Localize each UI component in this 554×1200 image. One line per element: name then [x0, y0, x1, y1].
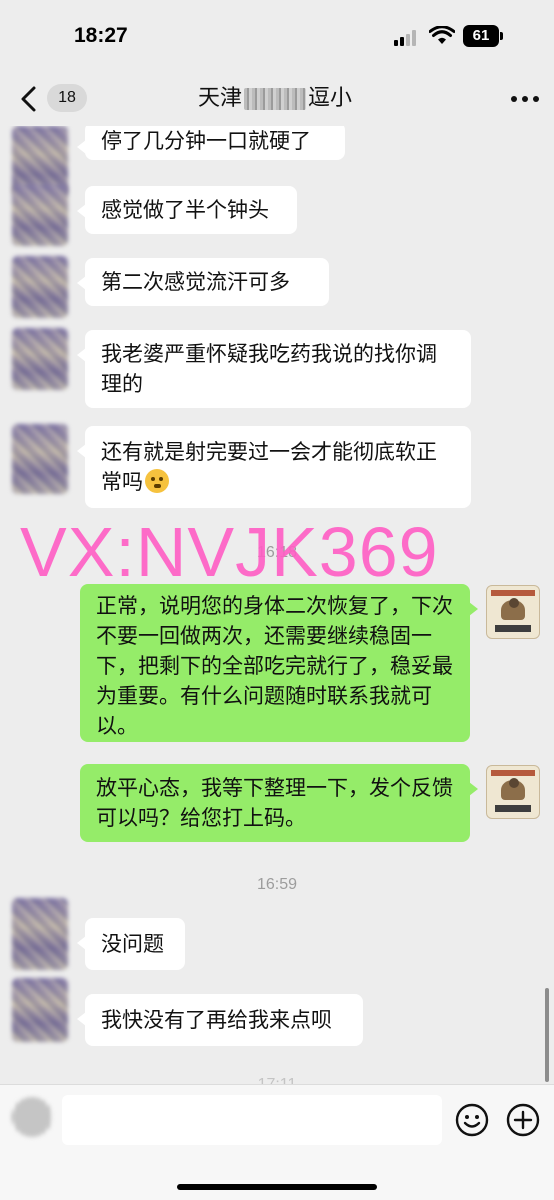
message-list[interactable]: 停了几分钟一口就硬了 感觉做了半个钟头 第二次感觉流汗可多 我老婆严重怀疑我吃药…: [0, 126, 554, 1084]
avatar[interactable]: [12, 256, 68, 318]
status-time: 18:27: [74, 24, 128, 47]
message-bubble[interactable]: 第二次感觉流汗可多: [77, 258, 329, 306]
avatar[interactable]: [12, 424, 68, 494]
timestamp: 17:11: [0, 1076, 554, 1084]
cellular-signal-icon: [394, 30, 420, 46]
chat-title: 天津 逗小: [198, 84, 352, 114]
avatar[interactable]: [12, 184, 68, 246]
battery-icon: 61: [463, 25, 505, 47]
chat-title-start: 天津: [198, 86, 243, 111]
home-indicator: [177, 1184, 377, 1190]
message-text: 第二次感觉流汗可多: [101, 270, 290, 294]
battery-level: 61: [472, 27, 490, 44]
message-text: 没问题: [101, 932, 164, 956]
message-bubble[interactable]: 我老婆严重怀疑我吃药我说的找你调理的: [77, 330, 471, 408]
avatar[interactable]: [486, 585, 540, 639]
message-bubble[interactable]: 正常，说明您的身体二次恢复了，下次不要一回做两次，还需要继续稳固一下，把剩下的全…: [80, 584, 478, 742]
message-text: 我老婆严重怀疑我吃药我说的找你调理的: [101, 342, 437, 396]
unread-count-badge[interactable]: 18: [47, 84, 87, 112]
scrollbar[interactable]: [545, 988, 549, 1082]
message-input[interactable]: [62, 1095, 442, 1145]
message-text: 正常，说明您的身体二次恢复了，下次不要一回做两次，还需要继续稳固一下，把剩下的全…: [96, 594, 453, 738]
avatar[interactable]: [12, 898, 68, 970]
chat-screen: 18:27 61 18 天津 逗小 停了几分钟一口就硬了 感觉做了半个钟头 第二…: [0, 0, 554, 1200]
message-bubble[interactable]: 停了几分钟一口就硬了: [77, 126, 345, 160]
message-text: 放平心态，我等下整理一下，发个反馈可以吗？给您打上码。: [96, 776, 453, 830]
more-dots-icon[interactable]: [511, 96, 541, 104]
chevron-left-icon[interactable]: [14, 82, 44, 116]
message-bubble[interactable]: 感觉做了半个钟头: [77, 186, 297, 234]
timestamp: 16:59: [256, 876, 298, 893]
smile-icon[interactable]: [455, 1103, 489, 1137]
status-bar: 18:27 61: [0, 0, 554, 72]
message-bubble[interactable]: 没问题: [77, 918, 185, 970]
plus-circle-icon[interactable]: [506, 1103, 540, 1137]
chat-title-end: 逗小: [308, 86, 353, 111]
wifi-icon: [429, 26, 455, 44]
avatar[interactable]: [486, 765, 540, 819]
message-text: 停了几分钟一口就硬了: [101, 129, 311, 153]
chat-header: 18 天津 逗小: [0, 72, 554, 126]
message-text: 我快没有了再给我来点呗: [101, 1008, 332, 1032]
message-bubble[interactable]: 还有就是射完要过一会才能彻底软正常吗: [77, 426, 471, 508]
avatar[interactable]: [12, 978, 68, 1042]
message-bubble[interactable]: 放平心态，我等下整理一下，发个反馈可以吗？给您打上码。: [80, 764, 478, 842]
avatar[interactable]: [12, 328, 68, 390]
message-bubble[interactable]: 我快没有了再给我来点呗: [77, 994, 363, 1046]
message-text: 感觉做了半个钟头: [101, 198, 269, 222]
title-redaction: [244, 88, 307, 110]
voice-toggle-icon[interactable]: [12, 1097, 52, 1137]
thinking-emoji-icon: [145, 469, 169, 493]
watermark-text: VX:NVJK369: [20, 513, 439, 591]
input-bar: [0, 1084, 554, 1200]
